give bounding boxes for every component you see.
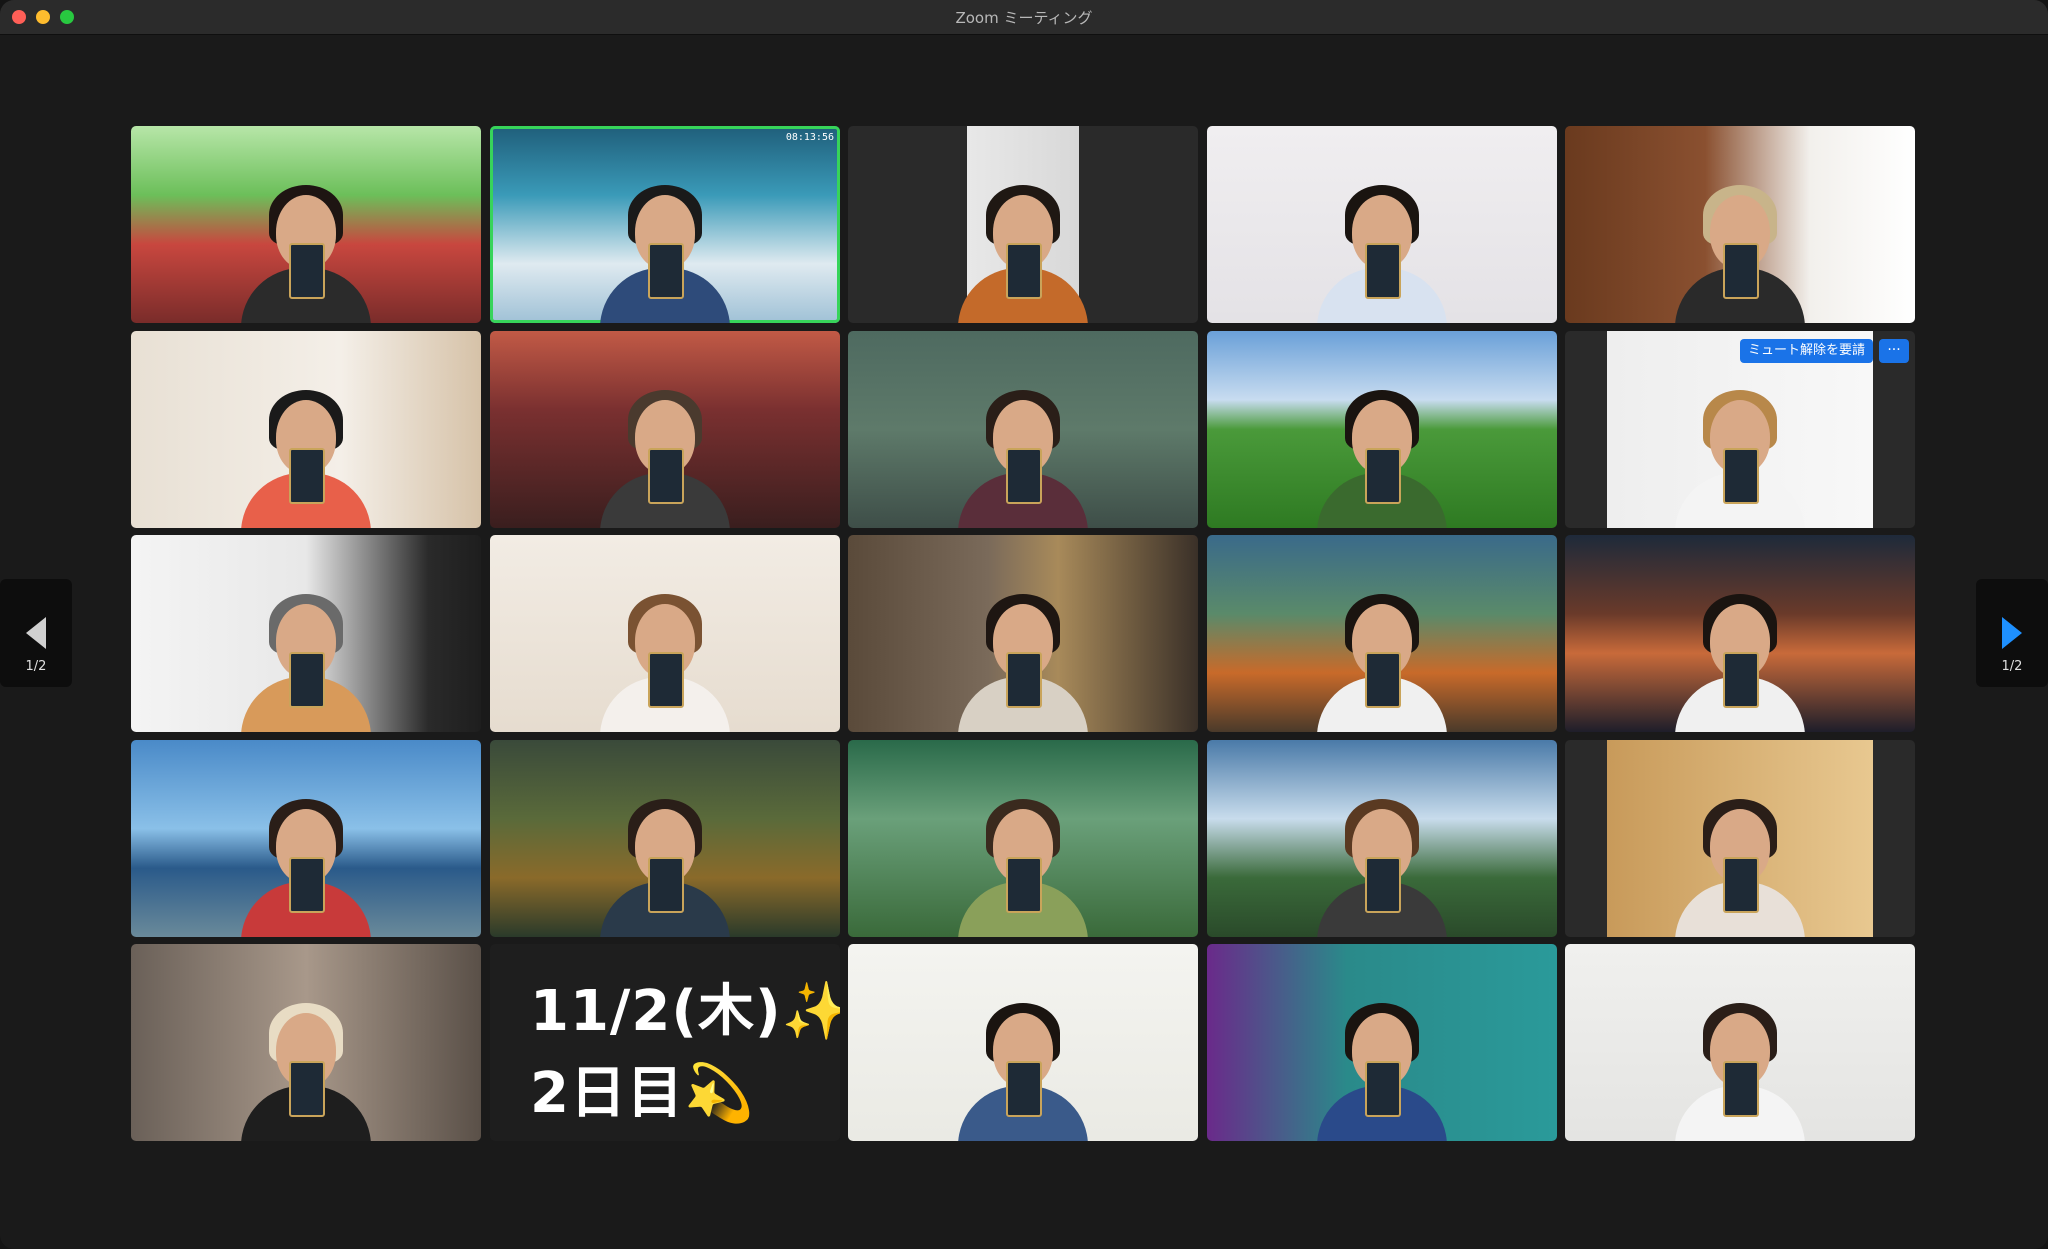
video-tile[interactable] <box>131 331 481 528</box>
participant-video <box>241 173 371 323</box>
video-tile[interactable] <box>848 331 1198 528</box>
oracle-card <box>1365 1061 1401 1117</box>
video-tile[interactable] <box>131 740 481 937</box>
prev-page-button[interactable]: 1/2 <box>0 579 72 687</box>
participant-video <box>600 378 730 528</box>
video-tile[interactable] <box>490 535 840 732</box>
window-title: Zoom ミーティング <box>955 9 1093 27</box>
tile-clock-overlay: 08:13:56 <box>785 132 834 143</box>
participant-video <box>1675 582 1805 732</box>
participant-video <box>600 787 730 937</box>
video-tile[interactable] <box>490 331 840 528</box>
chevron-right-icon <box>2002 617 2022 649</box>
video-tile[interactable] <box>1207 126 1557 323</box>
participant-video <box>1317 378 1447 528</box>
title-bar: Zoom ミーティング <box>0 0 2048 35</box>
oracle-card <box>1365 448 1401 504</box>
video-tile[interactable] <box>848 535 1198 732</box>
oracle-card <box>1006 448 1042 504</box>
participant-video <box>600 173 730 323</box>
video-tile[interactable] <box>1565 126 1915 323</box>
video-tile[interactable] <box>1207 535 1557 732</box>
gallery-view: 08:13:56 ミュート解除を要請 ··· 11/2(木)✨ 2日目💫 1/2 1/2 <box>0 35 2048 1249</box>
video-tile[interactable] <box>1207 331 1557 528</box>
next-page-button[interactable]: 1/2 <box>1976 579 2048 687</box>
oracle-card <box>1723 448 1759 504</box>
video-tile[interactable] <box>1207 944 1557 1141</box>
video-tile[interactable] <box>1565 535 1915 732</box>
participant-video <box>241 582 371 732</box>
oracle-card <box>289 448 325 504</box>
video-tile[interactable] <box>131 126 481 323</box>
oracle-card <box>648 857 684 913</box>
tile-caption-day: 2日目💫 <box>530 1061 755 1126</box>
participant-video <box>958 173 1088 323</box>
participant-video <box>1317 991 1447 1141</box>
participant-video <box>1675 378 1805 528</box>
participant-video <box>1675 787 1805 937</box>
oracle-card <box>1723 857 1759 913</box>
participant-video <box>958 582 1088 732</box>
tile-caption-date: 11/2(木)✨ <box>530 979 840 1044</box>
oracle-card <box>1723 652 1759 708</box>
oracle-card <box>1723 243 1759 299</box>
oracle-card <box>1006 857 1042 913</box>
oracle-card <box>1365 243 1401 299</box>
zoom-window: Zoom ミーティング 08:13:56 ミュート解除を要請 ··· 11/2(木)✨… <box>0 0 2048 1249</box>
chevron-left-icon <box>26 617 46 649</box>
oracle-card <box>1365 857 1401 913</box>
oracle-card <box>289 857 325 913</box>
oracle-card <box>648 243 684 299</box>
video-tile[interactable] <box>1207 740 1557 937</box>
oracle-card <box>289 1061 325 1117</box>
video-tile[interactable]: ミュート解除を要請 ··· <box>1565 331 1915 528</box>
oracle-card <box>1006 1061 1042 1117</box>
video-tile[interactable] <box>131 535 481 732</box>
page-indicator-right: 1/2 <box>2001 659 2023 674</box>
oracle-card <box>1006 243 1042 299</box>
video-tile[interactable] <box>848 944 1198 1141</box>
oracle-card <box>1006 652 1042 708</box>
page-indicator-left: 1/2 <box>25 659 47 674</box>
oracle-card <box>1365 652 1401 708</box>
video-tile[interactable]: 08:13:56 <box>490 126 840 323</box>
video-tile[interactable]: 11/2(木)✨ 2日目💫 <box>490 944 840 1141</box>
oracle-card <box>648 652 684 708</box>
oracle-card <box>648 448 684 504</box>
participant-video <box>241 991 371 1141</box>
oracle-card <box>1723 1061 1759 1117</box>
ask-to-unmute-button[interactable]: ミュート解除を要請 <box>1739 339 1873 363</box>
participant-video <box>958 787 1088 937</box>
participant-video <box>1317 173 1447 323</box>
video-tile[interactable] <box>490 740 840 937</box>
participant-video <box>958 991 1088 1141</box>
video-tile[interactable] <box>1565 740 1915 937</box>
video-tile[interactable] <box>131 944 481 1141</box>
more-options-button[interactable]: ··· <box>1879 339 1909 363</box>
participant-video <box>1317 582 1447 732</box>
video-tile[interactable] <box>848 740 1198 937</box>
participant-video <box>1675 173 1805 323</box>
oracle-card <box>289 652 325 708</box>
participant-video <box>241 787 371 937</box>
participant-video <box>241 378 371 528</box>
video-tile[interactable] <box>848 126 1198 323</box>
oracle-card <box>289 243 325 299</box>
participant-video <box>600 582 730 732</box>
participant-video <box>1317 787 1447 937</box>
video-tile[interactable] <box>1565 944 1915 1141</box>
participant-video <box>958 378 1088 528</box>
participant-video <box>1675 991 1805 1141</box>
